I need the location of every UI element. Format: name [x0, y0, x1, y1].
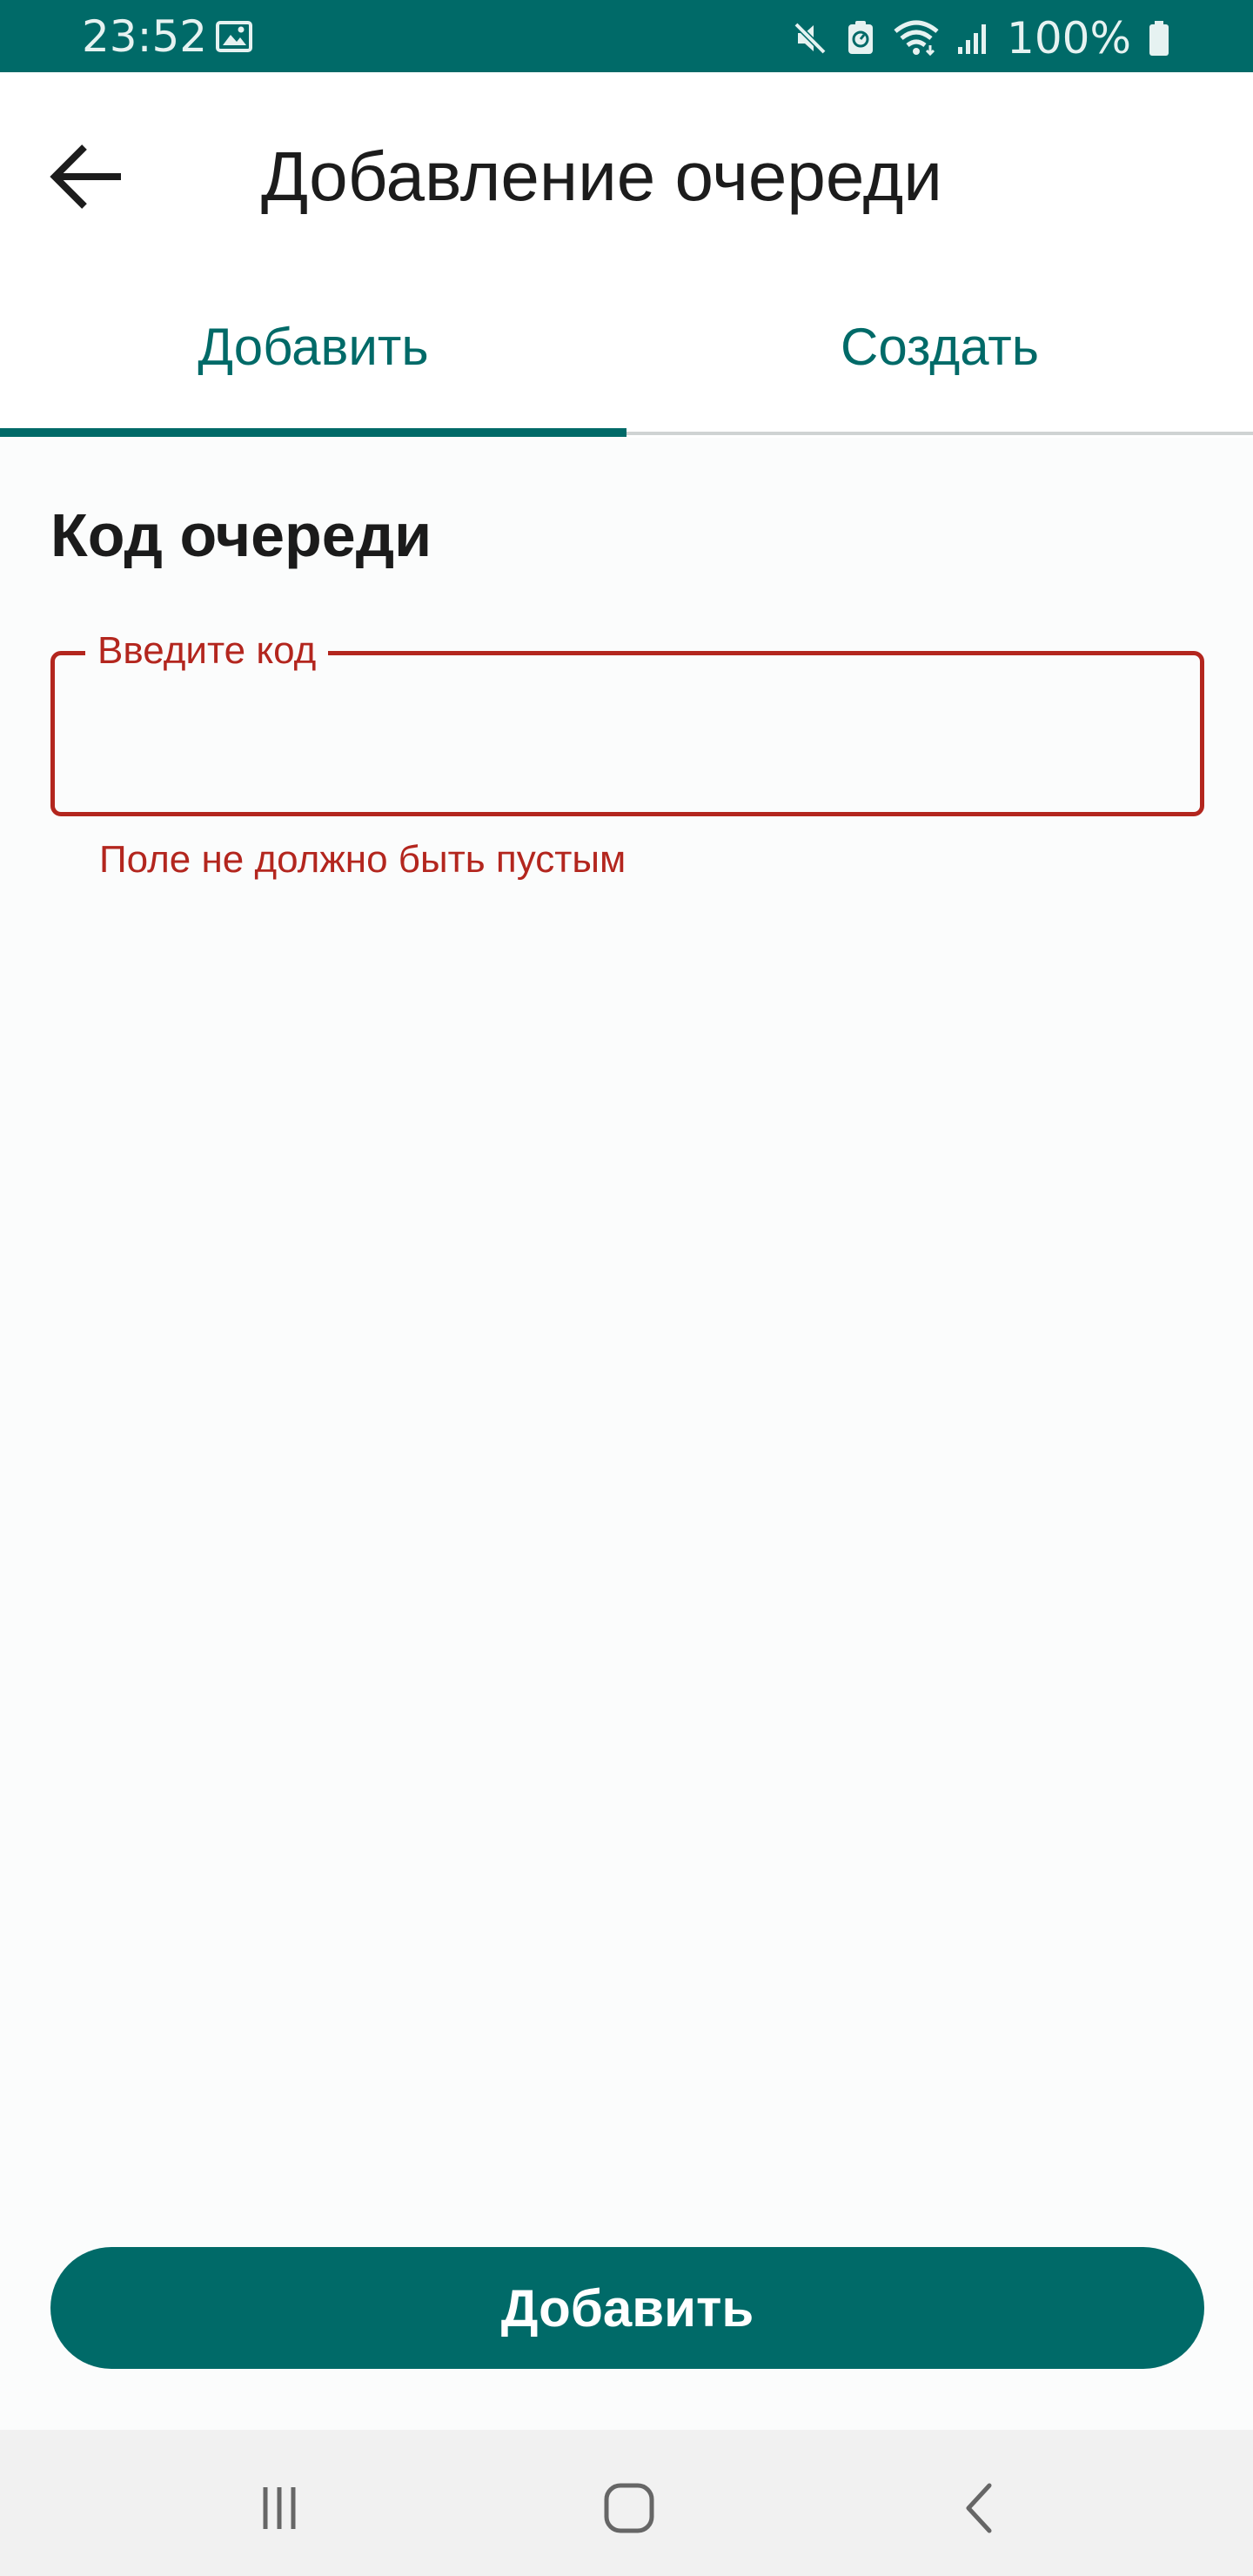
tab-indicator [0, 428, 626, 437]
battery-percent: 100% [1007, 13, 1131, 64]
signal-icon [956, 19, 991, 57]
battery-icon [1147, 19, 1171, 57]
back-button[interactable] [35, 124, 139, 229]
recent-apps-icon [263, 2487, 296, 2529]
mute-icon [791, 19, 829, 57]
code-field-error: Поле не должно быть пустым [99, 838, 626, 881]
recent-apps-button[interactable] [231, 2465, 327, 2552]
status-icons: 100% [791, 10, 1171, 66]
tab-bar: Добавить Создать [0, 272, 1253, 438]
tab-add[interactable]: Добавить [0, 272, 626, 438]
app-bar: Добавление очереди [0, 72, 1253, 272]
back-icon [966, 2483, 992, 2533]
nav-bar [0, 2430, 1253, 2576]
page-title: Добавление очереди [261, 138, 942, 215]
home-icon [604, 2483, 654, 2533]
section-title: Код очереди [50, 501, 432, 569]
image-icon [216, 21, 252, 52]
wifi-icon [892, 19, 941, 57]
home-button[interactable] [581, 2465, 677, 2552]
nav-back-button[interactable] [933, 2465, 1029, 2552]
status-time: 23:52 [82, 11, 208, 62]
code-input[interactable] [78, 696, 1175, 775]
arrow-back-icon [50, 144, 121, 209]
tab-create[interactable]: Создать [626, 272, 1253, 438]
data-saver-icon [845, 19, 876, 57]
add-button[interactable]: Добавить [50, 2247, 1204, 2369]
code-field-label: Введите код [85, 623, 329, 679]
status-bar: 23:52 100% [0, 0, 1253, 72]
